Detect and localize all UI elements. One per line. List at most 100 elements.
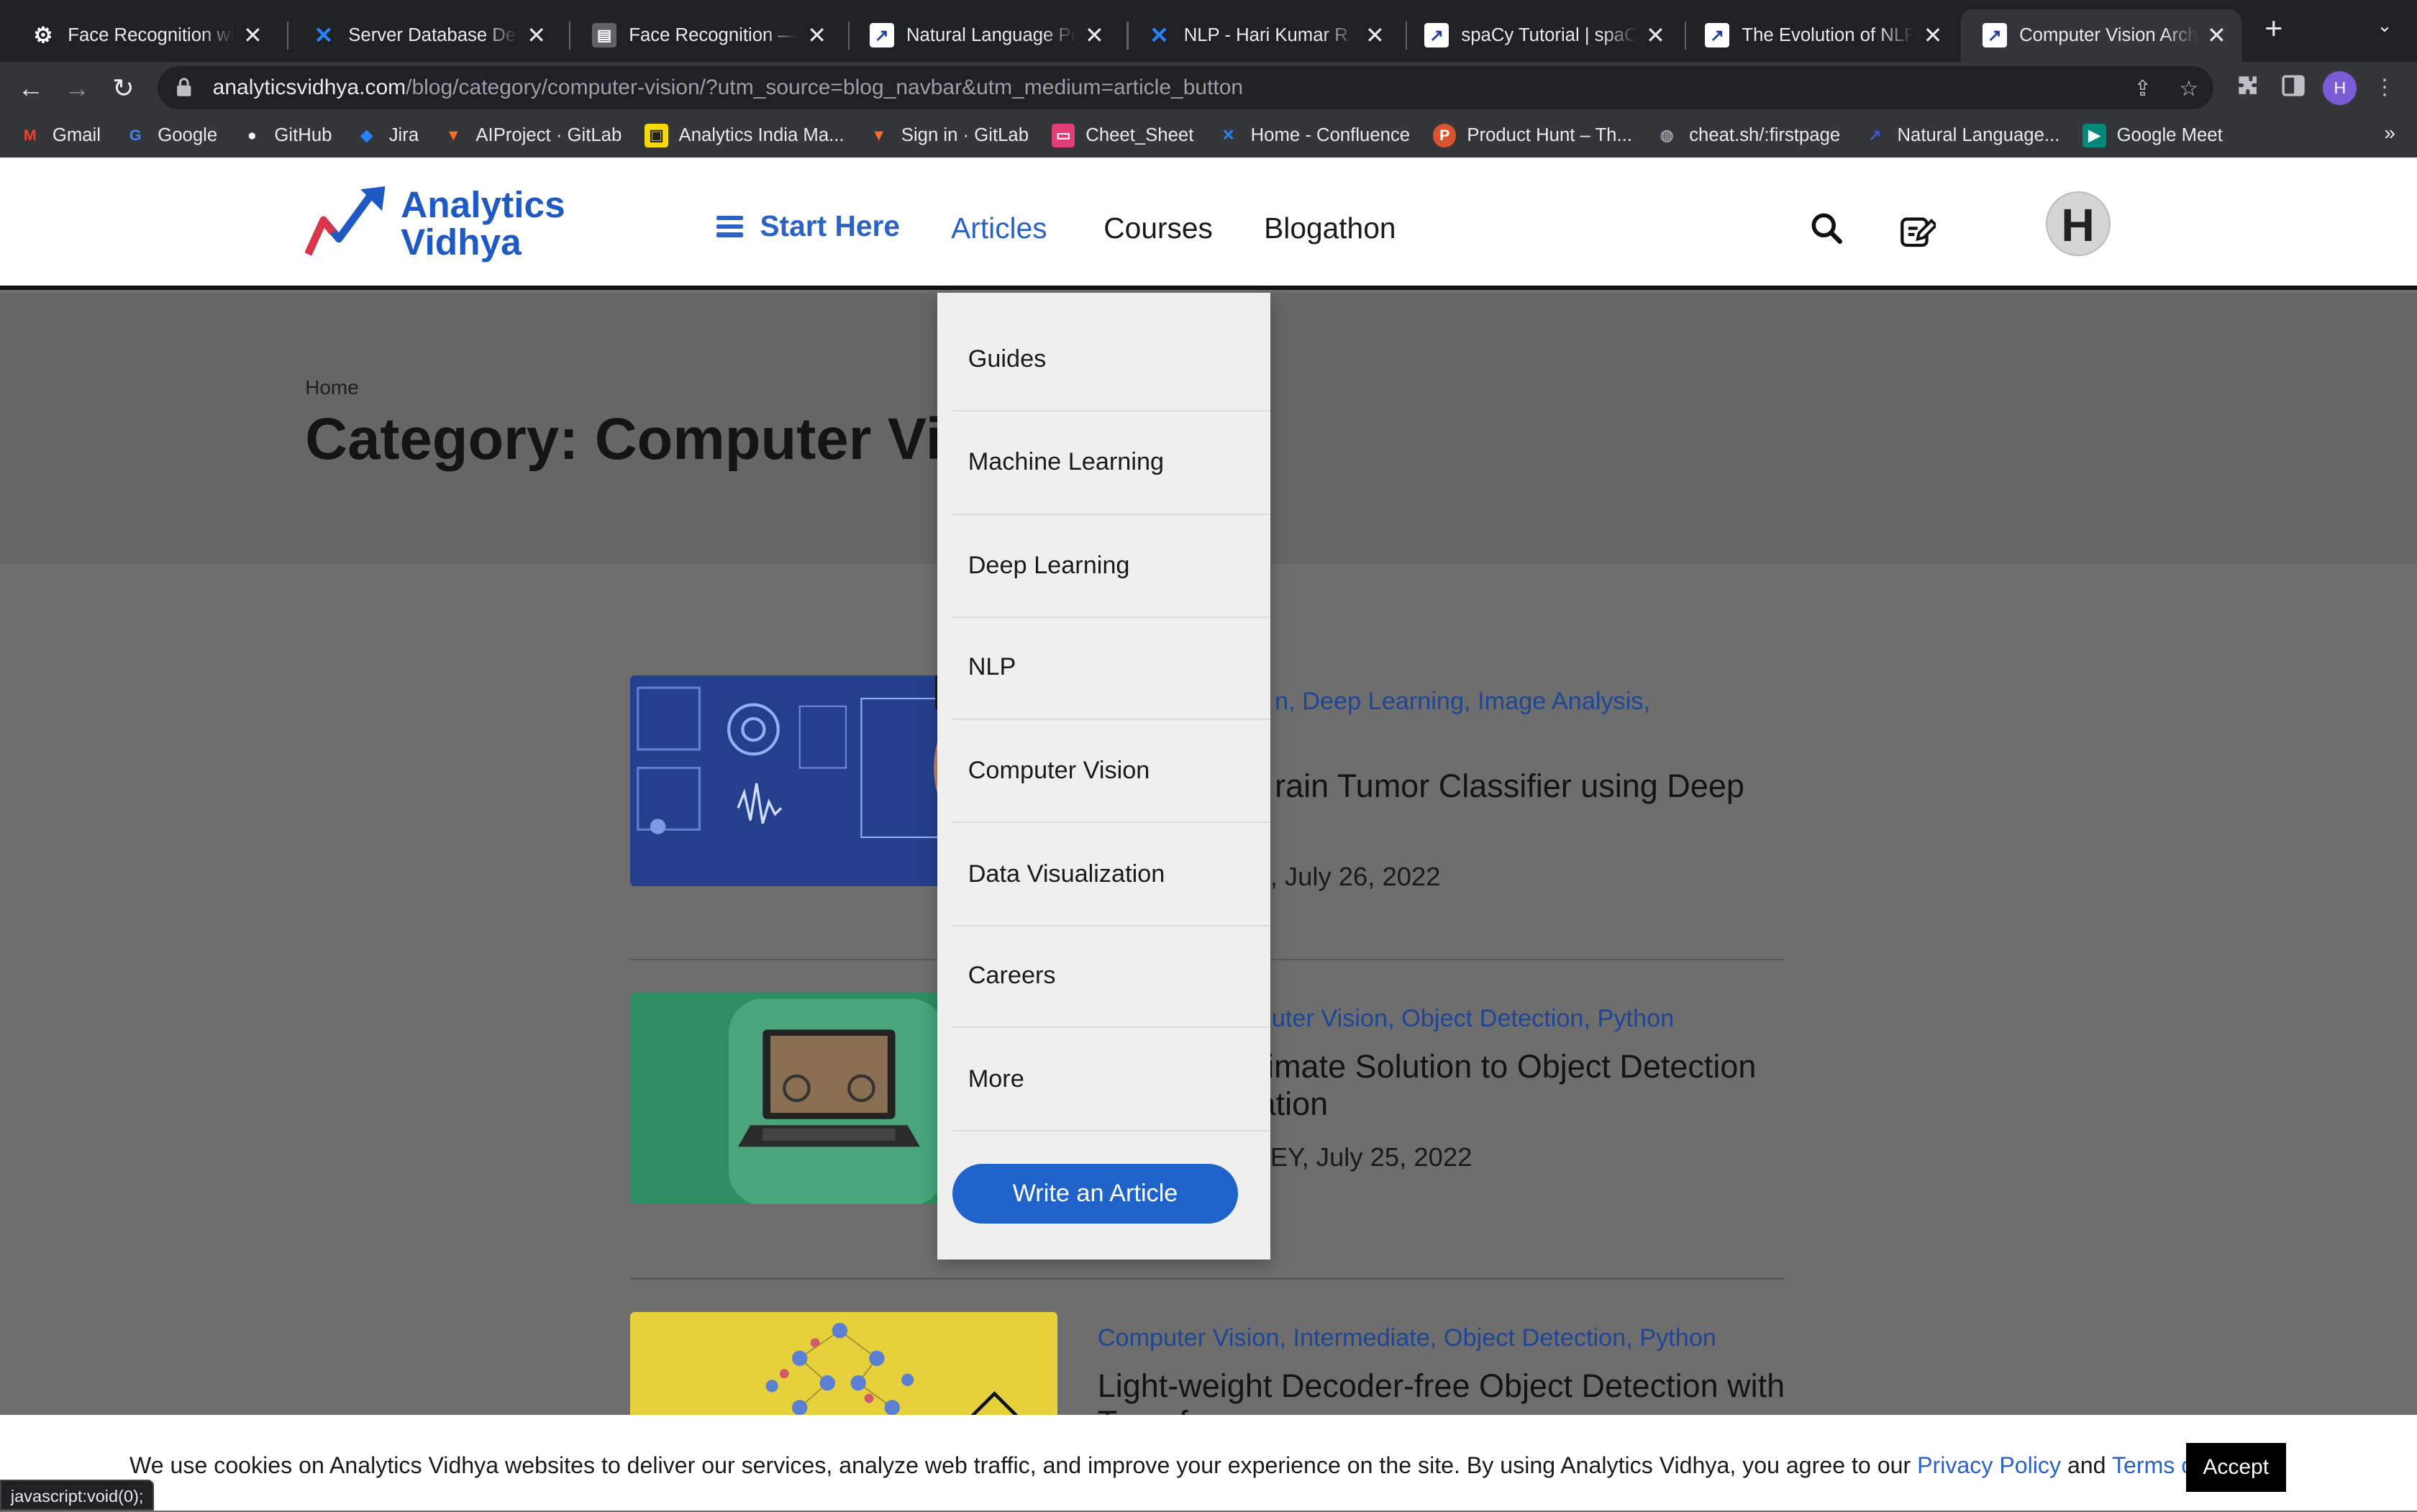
nav-courses[interactable]: Courses — [1103, 211, 1213, 245]
share-icon[interactable]: ⇪ — [2129, 76, 2157, 104]
tab-title: The Evolution of NLP from — [1742, 24, 1915, 45]
browser-tab-strip: ⚙ Face Recognition with Python ✕ ✕ Serve… — [0, 0, 2417, 62]
analytics-vidhya-icon: ↗ — [1705, 23, 1730, 48]
menu-item-nlp[interactable]: NLP — [952, 616, 1270, 720]
chevron-down-icon[interactable]: ⌄ — [2371, 15, 2399, 43]
url-path: /blog/category/computer-vision/?utm_sour… — [406, 76, 1244, 100]
tab-title: Face Recognition with Python — [68, 24, 235, 45]
bookmark-google-meet[interactable]: ▶ Google Meet — [2083, 124, 2223, 147]
bookmark-google[interactable]: G Google — [124, 124, 217, 147]
browser-tab-active[interactable]: ↗ Computer Vision Archives ✕ — [1960, 9, 2241, 62]
article-tags[interactable]: uter Vision, Object Detection, Python — [1272, 1005, 1674, 1033]
gmail-icon: M — [23, 127, 37, 145]
browser-tab[interactable]: ✕ Server Database Details ✕ — [290, 9, 561, 62]
google-meet-icon: ▶ — [2083, 124, 2106, 147]
bookmark-signin-gitlab[interactable]: ▼ Sign in · GitLab — [868, 124, 1029, 147]
tab-title: Natural Language Processing — [906, 24, 1076, 45]
menu-item-careers[interactable]: Careers — [952, 925, 1270, 1029]
logo-line1: Analytics — [401, 183, 565, 226]
back-icon[interactable]: ← — [14, 71, 47, 105]
producthunt-icon: P — [1433, 124, 1457, 147]
cookie-banner: We use cookies on Analytics Vidhya websi… — [0, 1415, 2417, 1511]
aim-icon: ▣ — [645, 124, 668, 147]
bookmark-gmail[interactable]: M Gmail — [19, 124, 101, 147]
bookmark-cheat-sh[interactable]: ◍ cheat.sh/:firstpage — [1655, 124, 1840, 147]
analytics-vidhya-logo[interactable]: Analytics Vidhya — [305, 186, 583, 263]
hamburger-icon — [716, 215, 743, 237]
user-avatar[interactable]: H — [2045, 191, 2111, 256]
bookmark-label: Gmail — [52, 125, 101, 146]
jira-icon: ◆ — [360, 127, 373, 145]
menu-item-machine-learning[interactable]: Machine Learning — [952, 411, 1270, 515]
site-header: Analytics Vidhya Start Here Articles Cou… — [0, 157, 2417, 290]
article-title[interactable]: timate Solution to Object Detection atio… — [1258, 1048, 1785, 1122]
bookmark-label: Sign in · GitLab — [901, 125, 1029, 146]
menu-item-deep-learning[interactable]: Deep Learning — [952, 515, 1270, 619]
lock-icon — [176, 77, 194, 99]
gitlab-icon: ▼ — [445, 127, 461, 145]
forward-icon[interactable]: → — [60, 71, 94, 105]
menu-item-more[interactable]: More — [952, 1028, 1270, 1131]
close-icon[interactable]: ✕ — [1921, 22, 1945, 49]
privacy-policy-link[interactable]: Privacy Policy — [1917, 1452, 2061, 1478]
bookmark-label: GitHub — [274, 125, 332, 146]
nav-articles[interactable]: Articles — [951, 211, 1047, 245]
browser-tab[interactable]: ↗ Natural Language Processing ✕ — [848, 9, 1119, 62]
bookmark-home-confluence[interactable]: ✕ Home - Confluence — [1216, 124, 1411, 147]
browser-tab[interactable]: ↗ The Evolution of NLP from ✕ — [1683, 9, 1957, 62]
close-icon[interactable]: ✕ — [805, 22, 829, 49]
browser-tab[interactable]: ⚙ Face Recognition with Python ✕ — [9, 9, 278, 62]
article-tags[interactable]: n, Deep Learning, Image Analysis, — [1275, 688, 1650, 716]
close-icon[interactable]: ✕ — [2204, 22, 2229, 49]
url-text: analyticsvidhya.com/blog/category/comput… — [213, 76, 1243, 100]
bookmark-product-hunt[interactable]: P Product Hunt – Th... — [1433, 124, 1632, 147]
close-icon[interactable]: ✕ — [240, 22, 265, 49]
bookmark-cheet-sheet[interactable]: ▭ Cheet_Sheet — [1052, 124, 1193, 147]
logo-text: Analytics Vidhya — [401, 186, 565, 260]
tab-title: spaCy Tutorial | spaCy — [1461, 24, 1637, 45]
new-tab-icon[interactable]: + — [2257, 12, 2290, 46]
bookmark-aiproject-gitlab[interactable]: ▼ AIProject · GitLab — [442, 124, 622, 147]
side-panel-icon[interactable] — [2280, 74, 2308, 102]
breadcrumb-home[interactable]: Home — [305, 376, 358, 399]
close-icon[interactable]: ✕ — [1643, 22, 1667, 49]
bookmark-jira[interactable]: ◆ Jira — [355, 124, 419, 147]
gitlab-icon: ▼ — [871, 127, 887, 145]
google-icon: G — [129, 127, 142, 145]
reload-icon[interactable]: ↻ — [106, 71, 140, 105]
tab-title: Computer Vision Archives — [2019, 24, 2198, 45]
browser-tab[interactable]: ↗ spaCy Tutorial | spaCy ✕ — [1403, 9, 1680, 62]
nav-start-here[interactable]: Start Here — [716, 209, 900, 243]
close-icon[interactable]: ✕ — [524, 22, 549, 49]
bookmark-label: Jira — [388, 125, 419, 146]
close-icon[interactable]: ✕ — [1362, 22, 1387, 49]
menu-item-computer-vision[interactable]: Computer Vision — [952, 720, 1270, 824]
bookmark-label: Analytics India Ma... — [678, 125, 845, 146]
search-icon[interactable] — [1810, 211, 1844, 245]
cookie-text: We use cookies on Analytics Vidhya websi… — [129, 1452, 2254, 1479]
bookmark-github[interactable]: ● GitHub — [240, 124, 332, 147]
menu-item-guides[interactable]: Guides — [952, 309, 1270, 412]
menu-item-data-visualization[interactable]: Data Visualization — [952, 823, 1270, 926]
browser-tab[interactable]: ✕ NLP - Hari Kumar R - Confluence ✕ — [1125, 9, 1399, 62]
accept-cookies-button[interactable]: Accept — [2185, 1442, 2286, 1493]
write-article-icon[interactable] — [1899, 213, 1939, 250]
bookmark-label: Product Hunt – Th... — [1467, 125, 1632, 146]
article-title[interactable]: rain Tumor Classifier using Deep — [1275, 768, 1783, 804]
profile-avatar[interactable]: H — [2323, 70, 2357, 105]
write-an-article-button[interactable]: Write an Article — [952, 1163, 1238, 1224]
bookmark-analytics-india[interactable]: ▣ Analytics India Ma... — [645, 124, 845, 147]
bookmark-natural-language[interactable]: ↗ Natural Language... — [1863, 124, 2059, 147]
extensions-icon[interactable] — [2234, 74, 2262, 102]
analytics-vidhya-icon: ↗ — [1982, 23, 2007, 48]
python-icon: ⚙ — [33, 23, 53, 47]
star-icon[interactable]: ☆ — [2175, 76, 2203, 104]
address-bar[interactable]: analyticsvidhya.com/blog/category/comput… — [157, 66, 2214, 110]
browser-tab[interactable]: ▤ Face Recognition — Face ✕ — [570, 9, 842, 62]
bookmark-label: Google — [158, 125, 218, 146]
nav-blogathon[interactable]: Blogathon — [1264, 211, 1396, 245]
article-tags[interactable]: Computer Vision, Intermediate, Object De… — [1098, 1324, 1716, 1352]
chevron-double-right-icon[interactable]: » — [2385, 122, 2396, 145]
close-icon[interactable]: ✕ — [1082, 22, 1106, 49]
menu-icon[interactable]: ⋮ — [2371, 74, 2399, 102]
